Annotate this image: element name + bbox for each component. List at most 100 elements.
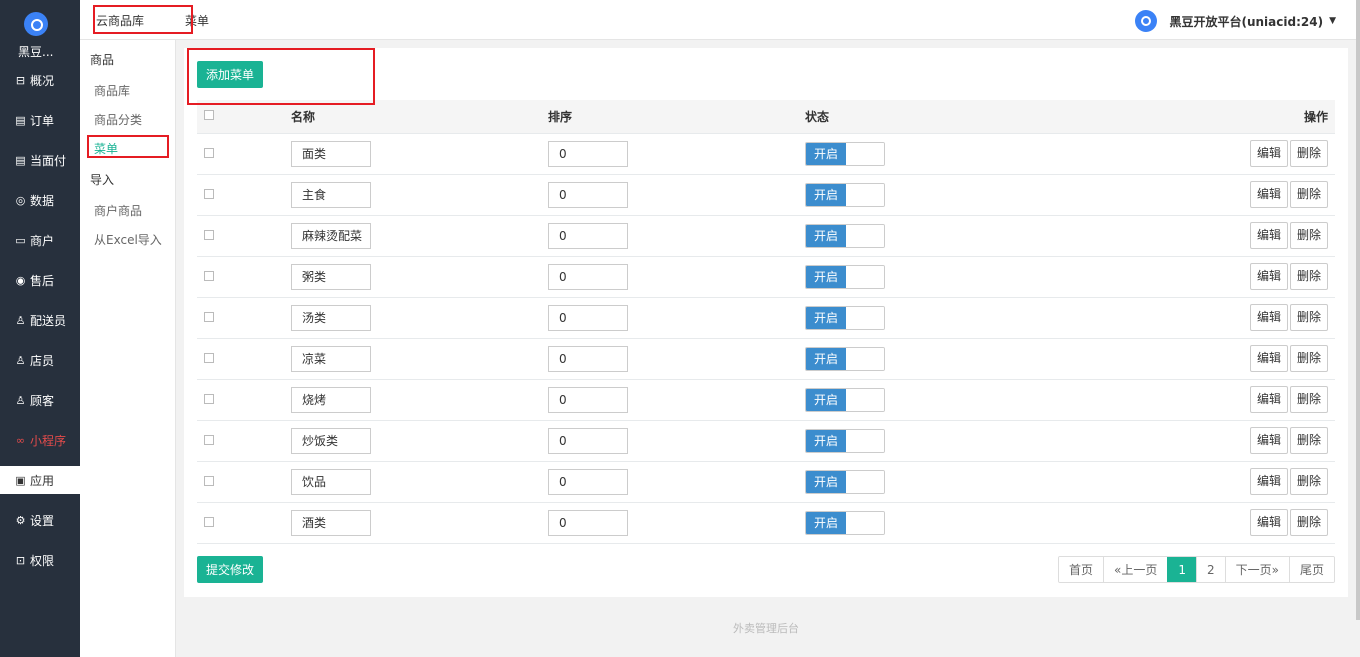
sidebar-item-courier[interactable]: ♙ 配送员 [0,306,80,334]
delete-button[interactable]: 删除 [1289,304,1328,331]
pager-first[interactable]: 首页 [1059,557,1104,582]
menu-order-input[interactable] [548,468,628,495]
row-checkbox[interactable] [204,352,214,363]
pager-page-1[interactable]: 1 [1167,557,1196,582]
submit-changes-button[interactable]: 提交修改 [197,556,264,583]
row-checkbox[interactable] [204,311,214,322]
edit-button[interactable]: 编辑 [1249,427,1288,454]
status-toggle[interactable]: 开启 [805,223,885,248]
user-menu[interactable]: 黑豆开放平台(uniacid:24) ▼ [1135,10,1336,32]
subnav-item-goods-category[interactable]: 商品分类 [94,111,142,128]
status-toggle[interactable]: 开启 [805,387,885,412]
edit-button[interactable]: 编辑 [1249,345,1288,372]
edit-button[interactable]: 编辑 [1249,509,1288,536]
menu-name-input[interactable] [291,222,371,249]
row-checkbox[interactable] [204,270,214,281]
menu-order-input[interactable] [548,263,628,290]
status-toggle[interactable]: 开启 [805,428,885,453]
sidebar-item-order[interactable]: ▤ 订单 [0,106,80,134]
subnav-item-menu[interactable]: 菜单 [94,140,118,157]
status-off-half [846,224,884,247]
edit-button[interactable]: 编辑 [1249,386,1288,413]
subnav-item-excel-import[interactable]: 从Excel导入 [94,231,162,248]
menu-order-input[interactable] [548,140,628,167]
sidebar-item-overview[interactable]: ⊟ 概况 [0,66,80,94]
delete-button[interactable]: 删除 [1289,509,1328,536]
menu-name-input[interactable] [291,181,371,208]
status-toggle[interactable]: 开启 [805,264,885,289]
settings-icon: ⚙ [15,513,26,527]
status-toggle[interactable]: 开启 [805,182,885,207]
sidebar-item-clerk[interactable]: ♙ 店员 [0,346,80,374]
delete-button[interactable]: 删除 [1289,263,1328,290]
status-toggle[interactable]: 开启 [805,141,885,166]
edit-button[interactable]: 编辑 [1249,181,1288,208]
delete-button[interactable]: 删除 [1289,345,1328,372]
row-checkbox[interactable] [204,434,214,445]
status-toggle[interactable]: 开启 [805,510,885,535]
subnav-item-merchant-goods[interactable]: 商户商品 [94,202,142,219]
menu-name-input[interactable] [291,304,371,331]
status-toggle[interactable]: 开启 [805,305,885,330]
table-row: 开启 编辑删除 [197,502,1335,543]
menu-name-input[interactable] [291,427,371,454]
edit-button[interactable]: 编辑 [1249,222,1288,249]
row-checkbox[interactable] [204,393,214,404]
menu-name-input[interactable] [291,263,371,290]
sidebar-item-lock[interactable]: ⊡ 权限 [0,546,80,574]
app-logo-icon[interactable] [24,12,48,36]
row-checkbox[interactable] [204,188,214,199]
sidebar-item-shop[interactable]: ▭ 商户 [0,226,80,254]
pager-prev[interactable]: «上一页 [1103,557,1168,582]
edit-button[interactable]: 编辑 [1249,140,1288,167]
scrollbar[interactable] [1356,0,1360,620]
edit-button[interactable]: 编辑 [1249,263,1288,290]
menu-order-input[interactable] [548,222,628,249]
row-checkbox[interactable] [204,475,214,486]
row-checkbox[interactable] [204,229,214,240]
add-menu-button[interactable]: 添加菜单 [197,61,264,88]
sidebar-item-label: 应用 [30,473,55,488]
pager-page-2[interactable]: 2 [1196,557,1225,582]
sidebar-item-apps[interactable]: ▣ 应用 [0,466,80,494]
chevron-down-icon: ▼ [1329,16,1336,26]
status-off-half [846,306,884,329]
sidebar-item-aftersale[interactable]: ◉ 售后 [0,266,80,294]
menu-order-input[interactable] [548,304,628,331]
menu-order-input[interactable] [548,345,628,372]
pager-next[interactable]: 下一页» [1224,557,1289,582]
delete-button[interactable]: 删除 [1289,427,1328,454]
sidebar-item-pay[interactable]: ▤ 当面付 [0,146,80,174]
pager-last[interactable]: 尾页 [1288,557,1334,582]
menu-order-input[interactable] [548,509,628,536]
edit-button[interactable]: 编辑 [1249,304,1288,331]
status-toggle[interactable]: 开启 [805,346,885,371]
delete-button[interactable]: 删除 [1289,181,1328,208]
breadcrumb-cloud-library[interactable]: 云商品库 [96,12,144,29]
menu-order-input[interactable] [548,181,628,208]
sidebar-item-label: 店员 [30,353,55,368]
sidebar-item-miniprogram[interactable]: ∞ 小程序 [0,426,80,454]
sidebar-item-settings[interactable]: ⚙ 设置 [0,506,80,534]
sidebar-item-data[interactable]: ◎ 数据 [0,186,80,214]
menu-name-input[interactable] [291,468,371,495]
sidebar-item-customer[interactable]: ♙ 顾客 [0,386,80,414]
delete-button[interactable]: 删除 [1289,222,1328,249]
edit-button[interactable]: 编辑 [1249,468,1288,495]
menu-name-input[interactable] [291,345,371,372]
row-checkbox[interactable] [204,516,214,527]
delete-button[interactable]: 删除 [1289,140,1328,167]
menu-order-input[interactable] [548,427,628,454]
delete-button[interactable]: 删除 [1289,468,1328,495]
secondary-sidebar: 商品 商品库 商品分类 菜单 导入 商户商品 从Excel导入 [80,0,176,657]
row-checkbox[interactable] [204,147,214,158]
menu-name-input[interactable] [291,140,371,167]
menu-name-input[interactable] [291,386,371,413]
menu-name-input[interactable] [291,509,371,536]
status-on-label: 开启 [806,429,846,452]
menu-order-input[interactable] [548,386,628,413]
status-toggle[interactable]: 开启 [805,469,885,494]
delete-button[interactable]: 删除 [1289,386,1328,413]
subnav-item-goods-library[interactable]: 商品库 [94,82,130,99]
select-all-checkbox[interactable] [204,110,214,121]
